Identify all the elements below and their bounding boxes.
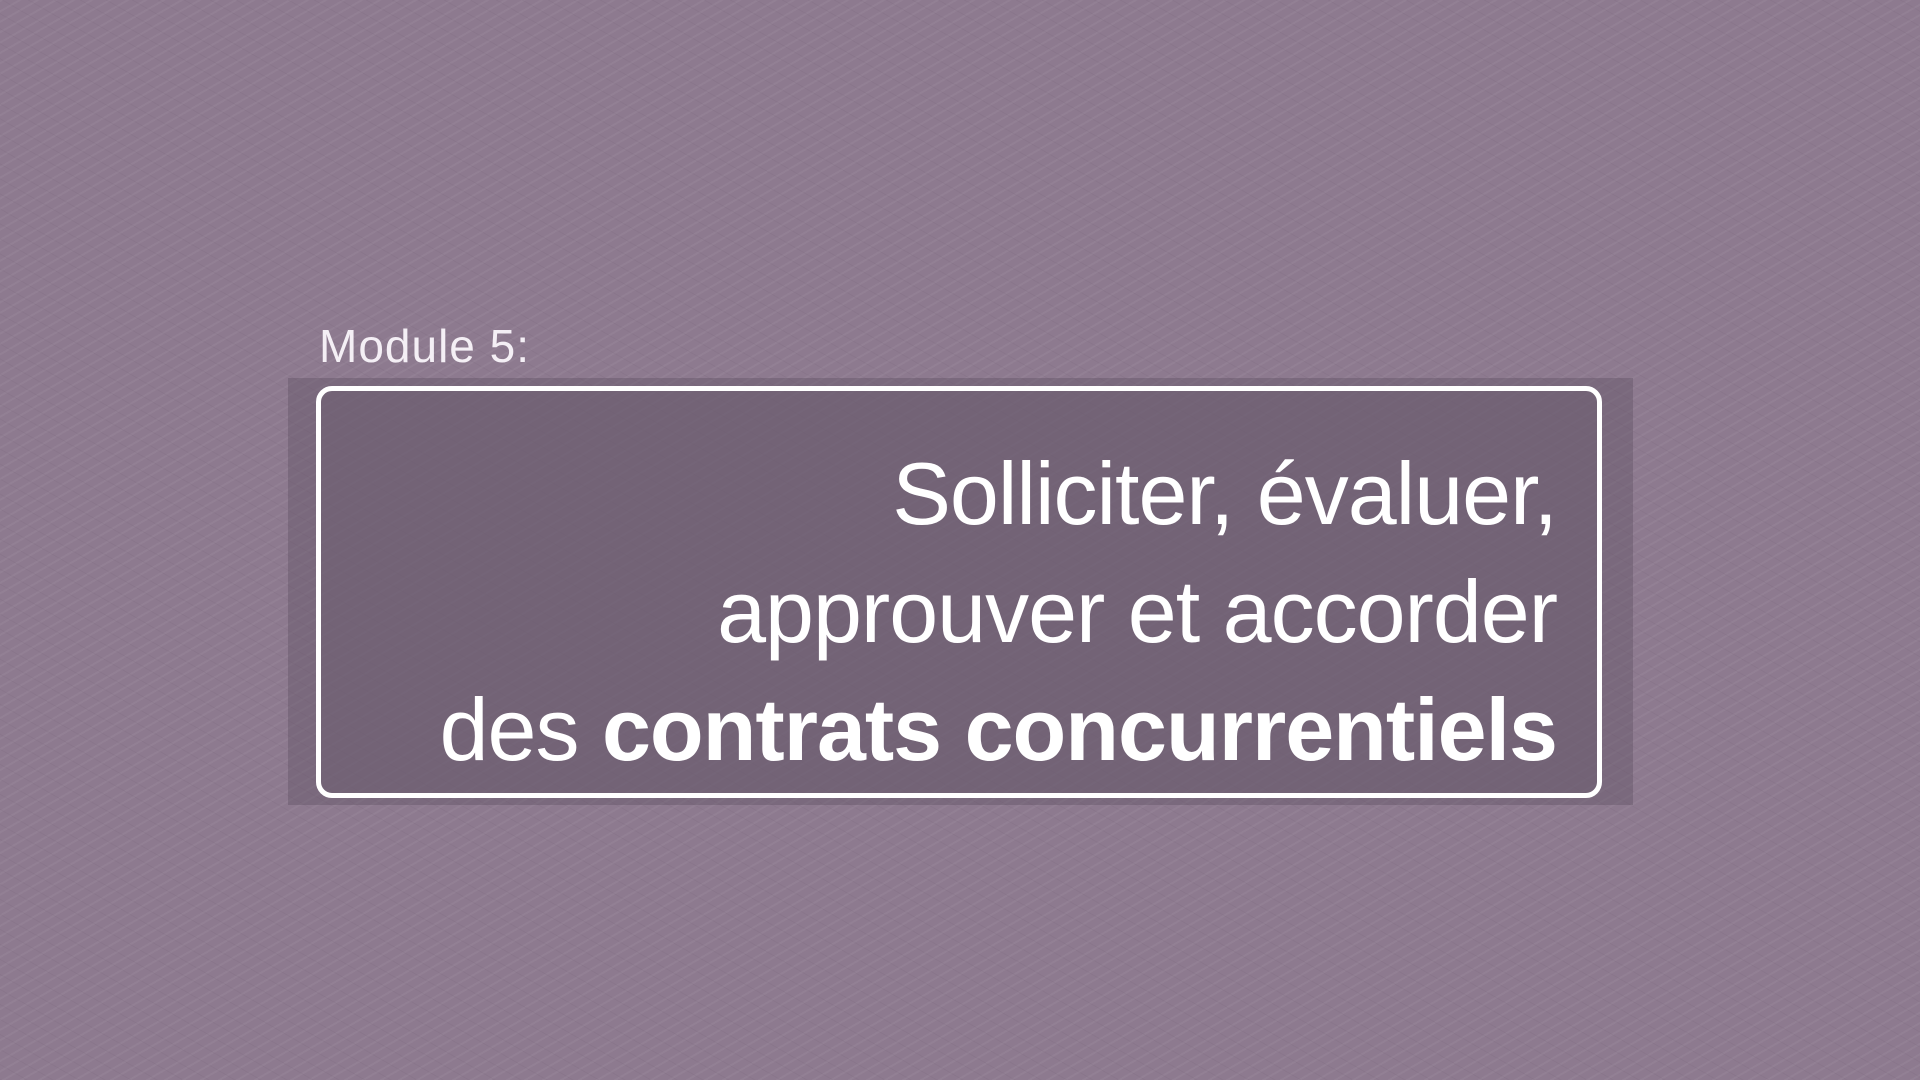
- title-line-3: des contrats concurrentiels: [439, 671, 1558, 789]
- slide-canvas: { "slide": { "module_label": "Module 5:"…: [0, 0, 1920, 1080]
- title-line-2: approuver et accorder: [717, 562, 1558, 661]
- title-box: Solliciter, évaluer, approuver et accord…: [316, 386, 1602, 798]
- slide-title: Solliciter, évaluer, approuver et accord…: [439, 435, 1558, 789]
- module-label: Module 5:: [319, 320, 531, 372]
- title-line-3-regular: des: [439, 680, 580, 779]
- title-line-1: Solliciter, évaluer,: [892, 444, 1558, 543]
- title-line-3-bold: contrats concurrentiels: [601, 680, 1558, 779]
